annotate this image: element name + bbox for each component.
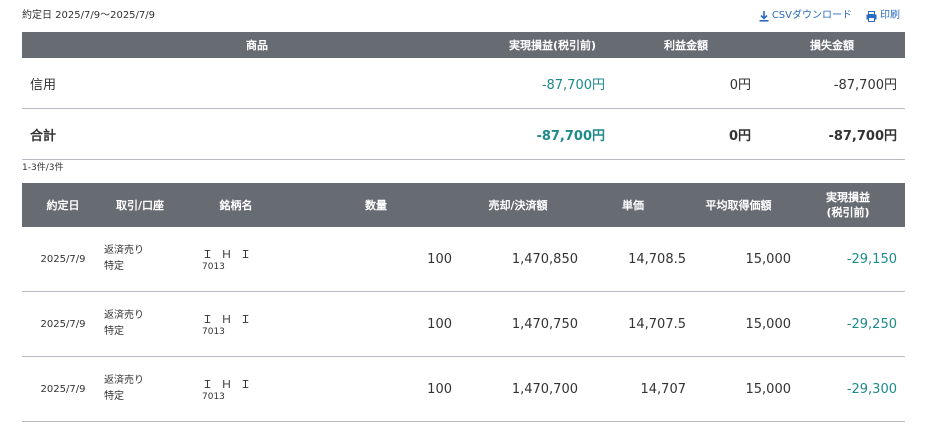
row-date: 2025/7/9 [22,227,104,292]
summary-header-row: 商品 実現損益(税引前) 利益金額 損失金額 [22,32,905,58]
summary-col-product: 商品 [22,32,492,58]
col-pnl-line1: 実現損益 [826,191,870,204]
trades-header-row: 約定日 取引/口座 銘柄名 数量 売却/決済額 単価 平均取得価額 実現損益 (税… [22,183,905,227]
summary-table: 商品 実現損益(税引前) 利益金額 損失金額 信用 -87,700円 0円 -8… [22,32,905,160]
row-date: 2025/7/9 [22,291,104,357]
row-trade: 返済売り 特定 [104,356,176,422]
result-count: 1-3件/3件 [22,163,64,173]
summary-label: 信用 [22,58,492,109]
actions: CSVダウンロード 印刷 [759,8,900,24]
col-pnl-line2: (税引前) [826,206,870,219]
print-label: 印刷 [880,10,900,21]
col-date: 約定日 [22,183,104,227]
row-stock-code: 7013 [202,327,225,337]
row-amount: 1,470,700 [456,356,580,422]
total-realized: -87,700円 [492,108,613,160]
col-amount: 売却/決済額 [456,183,580,227]
col-avg: 平均取得価額 [686,183,791,227]
summary-loss: -87,700円 [759,58,905,109]
total-loss: -87,700円 [759,108,905,160]
row-pnl: -29,150 [791,227,905,292]
col-name: 銘柄名 [176,183,296,227]
row-account: 特定 [104,261,124,272]
row-qty: 100 [296,291,456,357]
row-account: 特定 [104,391,124,402]
col-pnl: 実現損益 (税引前) [791,183,905,227]
row-trade: 返済売り 特定 [104,227,176,292]
row-stock-name: ＩＨＩ [202,378,259,391]
row-stock-code: 7013 [202,392,225,402]
row-stock: ＩＨＩ 7013 [176,291,296,357]
row-pnl: -29,300 [791,356,905,422]
csv-download-label: CSVダウンロード [771,10,852,21]
trades-table: 約定日 取引/口座 銘柄名 数量 売却/決済額 単価 平均取得価額 実現損益 (税… [22,183,905,422]
row-price: 14,707.5 [580,291,686,357]
top-bar: 約定日 2025/7/9～2025/7/9 CSVダウンロード 印刷 [22,8,904,26]
row-amount: 1,470,750 [456,291,580,357]
row-avg: 15,000 [686,291,791,357]
printer-icon [866,10,877,22]
download-icon [759,10,769,22]
row-price: 14,708.5 [580,227,686,292]
col-qty: 数量 [296,183,456,227]
summary-col-realized: 実現損益(税引前) [492,32,613,58]
summary-col-loss: 損失金額 [759,32,905,58]
summary-total-row: 合計 -87,700円 0円 -87,700円 [22,108,905,160]
row-avg: 15,000 [686,356,791,422]
summary-profit: 0円 [613,58,759,109]
table-row[interactable]: 2025/7/9 返済売り特定 ＩＨＩ 7013 100 1,470,700 14… [22,356,905,422]
row-trade-type: 返済売り [104,245,144,256]
row-account: 特定 [104,326,124,337]
row-price: 14,707 [580,356,686,422]
row-qty: 100 [296,356,456,422]
row-stock: ＩＨＩ 7013 [176,356,296,422]
row-stock: ＩＨＩ 7013 [176,227,296,292]
summary-col-profit: 利益金額 [613,32,759,58]
row-trade-type: 返済売り [104,310,144,321]
row-trade: 返済売り 特定 [104,291,176,357]
row-qty: 100 [296,227,456,292]
row-avg: 15,000 [686,227,791,292]
summary-row: 信用 -87,700円 0円 -87,700円 [22,58,905,109]
row-amount: 1,470,850 [456,227,580,292]
date-range: 約定日 2025/7/9～2025/7/9 [22,10,156,21]
summary-realized: -87,700円 [492,58,613,109]
row-stock-name: ＩＨＩ [202,313,259,326]
row-trade-type: 返済売り [104,375,144,386]
print-link[interactable]: 印刷 [866,8,900,24]
row-stock-name: ＩＨＩ [202,248,259,261]
table-row[interactable]: 2025/7/9 返済売り特定 ＩＨＩ 7013 100 1,470,750 14… [22,291,905,357]
row-date: 2025/7/9 [22,356,104,422]
csv-download-link[interactable]: CSVダウンロード [759,8,852,24]
row-stock-code: 7013 [202,262,225,272]
total-label: 合計 [22,108,492,160]
table-row[interactable]: 2025/7/9 返済売り特定 ＩＨＩ 7013 100 1,470,850 14… [22,227,905,292]
row-pnl: -29,250 [791,291,905,357]
total-profit: 0円 [613,108,759,160]
col-price: 単価 [580,183,686,227]
col-trade: 取引/口座 [104,183,176,227]
